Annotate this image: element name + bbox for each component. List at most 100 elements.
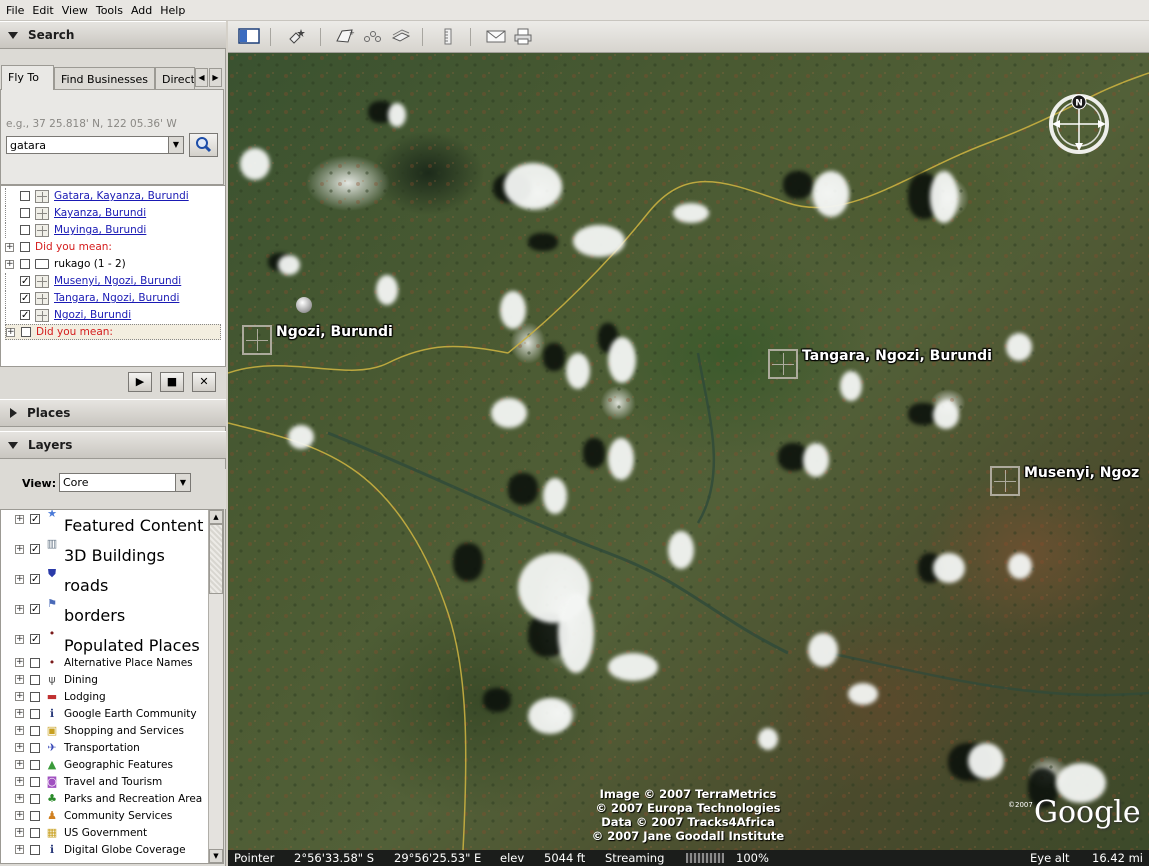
menu-edit[interactable]: Edit [30,4,59,17]
expand-icon[interactable]: + [15,777,24,786]
expand-icon[interactable]: + [15,692,24,701]
expand-icon[interactable]: + [5,242,14,252]
map-view[interactable]: Ngozi, Burundi Tangara, Ngozi, Burundi M… [228,53,1149,850]
layer-checkbox[interactable] [30,604,40,614]
tab-directions[interactable]: Direct [155,67,195,89]
scroll-down-icon[interactable]: ▼ [209,849,223,863]
menu-tools[interactable]: Tools [94,4,129,17]
layer-checkbox[interactable] [30,742,40,753]
search-input[interactable]: gatara ▼ [6,136,184,154]
layer-checkbox[interactable] [30,776,40,787]
expand-icon[interactable]: + [15,514,24,524]
layer-checkbox[interactable] [30,634,40,644]
result-row[interactable]: + Did you mean: [5,239,112,255]
tab-find-businesses[interactable]: Find Businesses [54,67,155,89]
layer-row[interactable]: + ▦ US Government [15,824,147,841]
result-label[interactable]: Kayanza, Burundi [54,207,146,219]
layer-checkbox[interactable] [30,827,40,838]
result-row[interactable]: Gatara, Kayanza, Burundi [5,188,189,204]
expand-icon[interactable]: + [15,845,24,854]
layer-checkbox[interactable] [30,657,40,668]
layer-row[interactable]: + ▥ 3D Buildings [15,534,165,565]
measure-ruler-button[interactable] [437,27,459,47]
layer-row[interactable]: + ▣ Shopping and Services [15,722,184,739]
layer-checkbox[interactable] [30,793,40,804]
layer-checkbox[interactable] [30,574,40,584]
placemark-musenyi[interactable]: Musenyi, Ngoz [990,465,1139,496]
result-row[interactable]: Tangara, Ngozi, Burundi [5,290,179,306]
layer-row[interactable]: + • Alternative Place Names [15,654,193,671]
result-checkbox[interactable] [20,208,30,218]
toggle-sidebar-button[interactable] [238,27,260,47]
result-checkbox[interactable] [20,293,30,303]
layer-row[interactable]: + ⚑ borders [15,594,125,625]
expand-icon[interactable]: + [15,811,24,820]
layer-row[interactable]: + ★ Featured Content [15,510,203,535]
result-row[interactable]: Kayanza, Burundi [5,205,146,221]
result-checkbox[interactable] [20,225,30,235]
result-row[interactable]: + rukago (1 - 2) [5,256,126,272]
clear-results-button[interactable]: ✕ [192,372,216,392]
dropdown-arrow-icon[interactable]: ▼ [175,474,190,491]
city-pin-icon[interactable] [296,297,312,313]
layer-row[interactable]: + ♟ Community Services [15,807,172,824]
layer-row[interactable]: + ψ Dining [15,671,98,688]
layer-row[interactable]: + ✈ Transportation [15,739,140,756]
layer-checkbox[interactable] [30,514,40,524]
result-checkbox[interactable] [20,191,30,201]
compass-control[interactable]: N [1046,91,1112,157]
layer-checkbox[interactable] [30,544,40,554]
result-label[interactable]: Ngozi, Burundi [54,309,131,321]
add-path-button[interactable] [362,27,384,47]
add-overlay-button[interactable] [390,27,412,47]
menu-view[interactable]: View [60,4,94,17]
result-label[interactable]: Tangara, Ngozi, Burundi [54,292,179,304]
expand-icon[interactable]: + [15,634,24,644]
layer-checkbox[interactable] [30,759,40,770]
add-polygon-button[interactable]: + [334,27,356,47]
layer-row[interactable]: + ♣ Parks and Recreation Area [15,790,202,807]
tab-scroll-right-icon[interactable]: ▶ [209,68,222,87]
view-select[interactable]: Core ▼ [59,473,191,492]
scroll-thumb[interactable] [209,524,223,594]
menu-help[interactable]: Help [158,4,191,17]
dropdown-arrow-icon[interactable]: ▼ [168,137,183,153]
layer-checkbox[interactable] [30,725,40,736]
layer-row[interactable]: + • Populated Places [15,624,200,655]
result-row[interactable]: Muyinga, Burundi [5,222,146,238]
layer-checkbox[interactable] [30,708,40,719]
expand-icon[interactable]: + [15,760,24,769]
expand-icon[interactable]: + [15,544,24,554]
layer-checkbox[interactable] [30,674,40,685]
layer-checkbox[interactable] [30,844,40,855]
expand-icon[interactable]: + [5,259,14,269]
layer-row[interactable]: + ◙ Travel and Tourism [15,773,162,790]
result-label[interactable]: Gatara, Kayanza, Burundi [54,190,189,202]
menu-file[interactable]: File [4,4,30,17]
places-panel-header[interactable]: Places [0,399,226,427]
layer-row[interactable]: + ▬ Lodging [15,688,106,705]
result-label[interactable]: Musenyi, Ngozi, Burundi [54,275,181,287]
result-checkbox[interactable] [20,310,30,320]
layer-checkbox[interactable] [30,810,40,821]
search-button[interactable] [189,133,218,157]
placemark-tangara[interactable]: Tangara, Ngozi, Burundi [768,348,992,379]
result-checkbox[interactable] [20,242,30,252]
result-row[interactable]: Musenyi, Ngozi, Burundi [5,273,181,289]
expand-icon[interactable]: + [15,743,24,752]
print-button[interactable] [512,27,534,47]
result-row[interactable]: + Did you mean: [5,324,221,340]
expand-icon[interactable]: + [6,327,15,337]
layer-row[interactable]: + ℹ Digital Globe Coverage [15,841,186,858]
expand-icon[interactable]: + [15,726,24,735]
expand-icon[interactable]: + [15,828,24,837]
tab-scroll-left-icon[interactable]: ◀ [195,68,208,87]
result-label[interactable]: Muyinga, Burundi [54,224,146,236]
result-checkbox[interactable] [20,259,30,269]
expand-icon[interactable]: + [15,675,24,684]
layer-checkbox[interactable] [30,691,40,702]
result-checkbox[interactable] [20,276,30,286]
result-checkbox[interactable] [21,327,31,337]
menu-add[interactable]: Add [129,4,158,17]
add-placemark-button[interactable] [286,27,308,47]
